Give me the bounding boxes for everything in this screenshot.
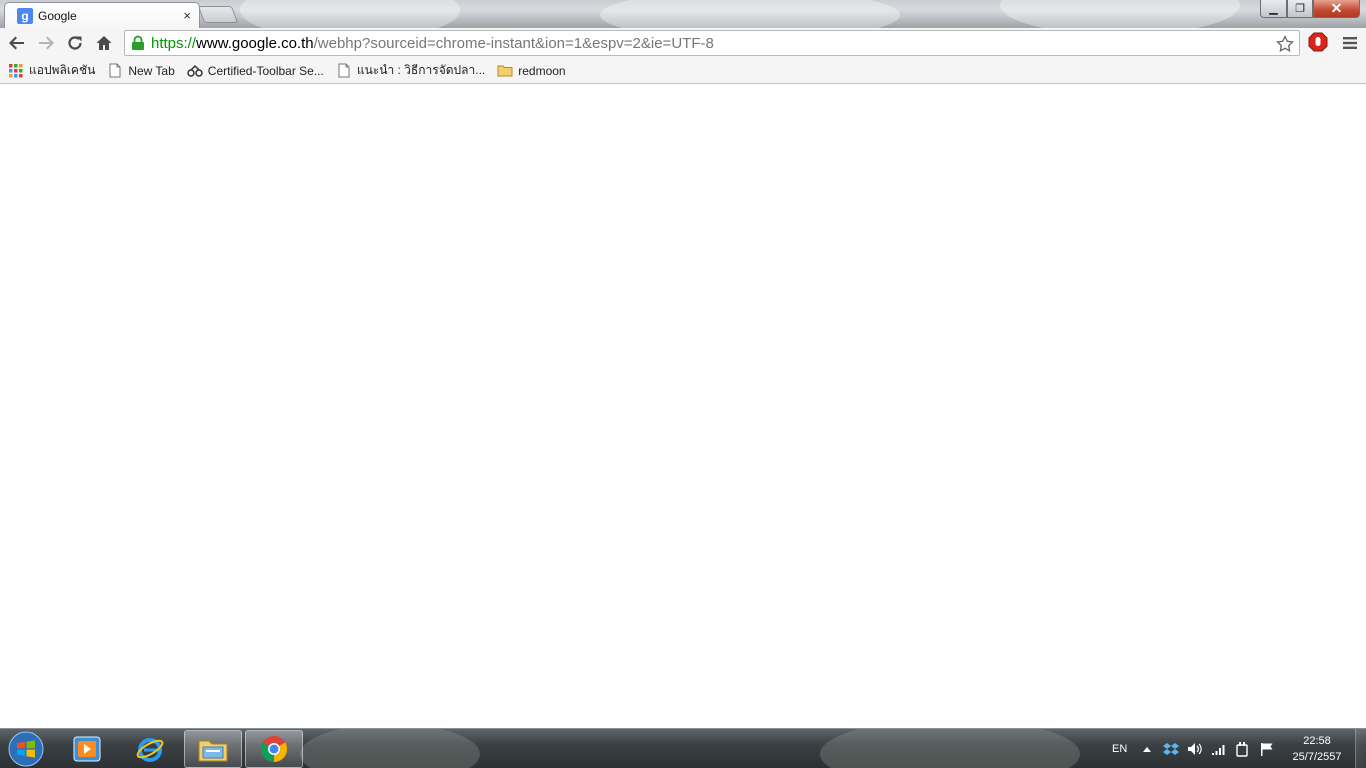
windows-logo-icon (8, 731, 44, 767)
dropbox-tray-icon[interactable] (1163, 729, 1179, 768)
media-player-icon (73, 736, 101, 762)
close-window-button[interactable]: ✕ (1313, 0, 1360, 18)
browser-title-bar: g Google × ▁ ❐ ✕ (0, 0, 1366, 28)
taskbar-internet-explorer[interactable] (121, 730, 179, 768)
bookmark-label: แอปพลิเคชัน (29, 63, 96, 77)
bookmark-new-tab[interactable]: New Tab (105, 60, 180, 82)
url-text: https://www.google.co.th/webhp?sourceid=… (151, 35, 714, 52)
action-center-tray-icon[interactable] (1259, 729, 1275, 768)
tab-google[interactable]: g Google × (4, 2, 200, 28)
back-arrow-icon (9, 36, 24, 50)
internet-explorer-icon (136, 738, 164, 762)
home-icon (96, 36, 112, 50)
show-hidden-icons-button[interactable] (1143, 729, 1151, 768)
show-desktop-button[interactable] (1355, 729, 1366, 768)
flag-icon (1261, 743, 1273, 756)
page-content[interactable] (0, 85, 1366, 728)
maximize-button[interactable]: ❐ (1287, 0, 1313, 18)
bookmarks-bar: แอปพลิเคชัน New Tab Certified-Toolbar Se… (0, 58, 1366, 84)
address-bar[interactable]: https://www.google.co.th/webhp?sourceid=… (124, 30, 1300, 56)
page-icon (336, 63, 352, 79)
windows-taskbar: EN 22:58 25/7/2557 (0, 728, 1366, 768)
taskbar-file-explorer[interactable] (184, 730, 242, 768)
chrome-icon (260, 736, 288, 763)
hamburger-menu-icon (1343, 37, 1357, 49)
wallpaper-blur (820, 729, 1080, 768)
dropbox-icon (1163, 743, 1179, 755)
url-scheme: https:// (151, 34, 197, 52)
bookmark-apps[interactable]: แอปพลิเคชัน (6, 60, 101, 82)
bookmark-label: New Tab (128, 63, 175, 78)
clock-date: 25/7/2557 (1292, 751, 1342, 763)
bookmark-folder-redmoon[interactable]: redmoon (495, 60, 571, 82)
bookmark-star-icon[interactable] (1275, 34, 1295, 54)
folder-icon (497, 63, 513, 79)
bookmark-certified-toolbar[interactable]: Certified-Toolbar Se... (185, 60, 330, 82)
background-cloud (600, 0, 900, 28)
tab-title: Google (38, 8, 77, 23)
speaker-icon (1188, 743, 1202, 755)
apps-grid-icon (8, 63, 24, 79)
back-button[interactable] (5, 31, 29, 55)
start-button[interactable] (6, 731, 46, 767)
power-tray-icon[interactable] (1235, 729, 1249, 768)
browser-toolbar: https://www.google.co.th/webhp?sourceid=… (0, 28, 1366, 58)
bookmark-label: redmoon (518, 63, 566, 78)
bookmark-label: Certified-Toolbar Se... (207, 63, 324, 78)
volume-tray-icon[interactable] (1187, 729, 1203, 768)
wifi-signal-icon (1212, 745, 1225, 755)
home-button[interactable] (92, 31, 116, 55)
new-tab-button[interactable] (197, 6, 239, 23)
power-plug-icon (1236, 742, 1248, 757)
bookmark-label: แนะนำ : วิธีการจัดปลา... (356, 63, 486, 77)
reload-button[interactable] (63, 31, 87, 55)
url-path: /webhp?sourceid=chrome-instant&ion=1&esp… (313, 34, 714, 52)
forward-button[interactable] (34, 31, 58, 55)
google-g-icon: g (17, 7, 33, 24)
page-icon (107, 63, 123, 79)
taskbar-media-player[interactable] (58, 730, 116, 768)
minimize-button[interactable]: ▁ (1260, 0, 1287, 18)
background-cloud (1000, 0, 1240, 28)
file-explorer-icon (198, 740, 228, 762)
close-tab-icon[interactable]: × (183, 8, 191, 23)
taskbar-chrome[interactable] (245, 730, 303, 768)
chevron-up-icon (1143, 747, 1151, 752)
url-host: www.google.co.th (196, 34, 314, 52)
reload-icon (68, 36, 82, 50)
chrome-menu-button[interactable] (1338, 31, 1362, 55)
background-cloud (240, 0, 460, 28)
lock-icon (129, 34, 147, 52)
toolbar-icon (187, 63, 203, 79)
adblock-extension-icon[interactable] (1307, 31, 1329, 53)
bookmark-guide[interactable]: แนะนำ : วิธีการจัดปลา... (334, 60, 491, 82)
wallpaper-blur (300, 729, 480, 768)
language-indicator[interactable]: EN (1112, 729, 1127, 768)
clock-time: 22:58 (1303, 735, 1331, 747)
system-clock[interactable]: 22:58 25/7/2557 (1282, 733, 1352, 765)
forward-arrow-icon (39, 36, 54, 50)
network-tray-icon[interactable] (1211, 729, 1227, 768)
